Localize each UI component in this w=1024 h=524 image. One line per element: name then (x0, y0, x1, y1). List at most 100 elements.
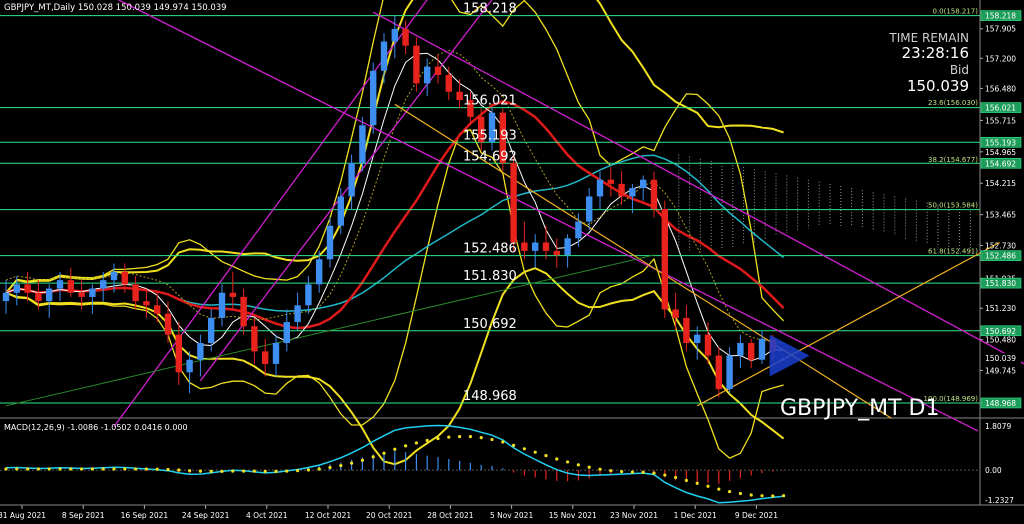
candle-body (2, 292, 10, 302)
date-tick-label: 15 Nov 2021 (549, 511, 597, 520)
candle-body (337, 196, 344, 226)
candle-body (575, 221, 582, 239)
macd-tick-label: 0.00 (985, 466, 1002, 475)
candle-body (661, 209, 668, 310)
candle-body (596, 179, 604, 197)
macd-signal-dot (436, 436, 440, 441)
macd-signal-dot (641, 470, 645, 474)
date-tick-label: 20 Oct 2021 (366, 511, 413, 520)
candle-body (640, 179, 647, 189)
candle-body (132, 284, 139, 302)
candle-body (305, 284, 312, 306)
macd-signal-dot (317, 467, 321, 471)
macd-signal-dot (58, 467, 62, 471)
candle-body (586, 196, 593, 222)
candle-body (326, 225, 334, 260)
candle-body (510, 162, 517, 243)
macd-signal-dot (296, 469, 300, 473)
date-tick-label: 5 Nov 2021 (490, 511, 533, 520)
candle-body (758, 338, 766, 360)
candle-body (650, 179, 658, 209)
date-tick-label: 12 Oct 2021 (305, 511, 352, 520)
candle-body (715, 355, 722, 390)
macd-signal-dot (533, 450, 537, 454)
macd-signal-dot (738, 491, 743, 496)
candle-body (262, 351, 269, 364)
macd-signal-dot (188, 469, 192, 473)
macd-signal-dot (468, 435, 472, 439)
candle-body (737, 343, 744, 356)
price-tick-label: 157.200 (985, 54, 1016, 63)
symbol-watermark: GBPJPY_MT D1 (780, 396, 939, 421)
macd-signal-dot (782, 494, 786, 498)
macd-signal-dot (544, 454, 548, 458)
macd-signal-dot (684, 478, 689, 482)
macd-signal-dot (425, 438, 429, 443)
macd-signal-dot (771, 494, 775, 498)
candle-body (175, 334, 182, 373)
price-chart[interactable]: 158.218 156.021 155.193 154.692 152.486 151.8… (0, 0, 1024, 524)
date-tick-label: 28 Oct 2021 (427, 511, 474, 520)
macd-signal-dot (728, 489, 732, 494)
macd-signal-dot (231, 469, 235, 473)
candle-body (100, 280, 107, 289)
macd-signal-dot (371, 455, 375, 459)
macd-signal-dot (198, 469, 202, 473)
candle-body (629, 188, 636, 197)
candle-body (240, 296, 247, 327)
bid-label: Bid (950, 63, 969, 77)
macd-signal-dot (360, 458, 364, 462)
macd-signal-dot (263, 469, 267, 473)
price-tick-label: 155.715 (985, 116, 1016, 125)
macd-signal-dot (4, 467, 8, 471)
candle-body (359, 125, 366, 163)
macd-signal-dot (177, 468, 181, 472)
candle-body (316, 259, 323, 285)
macd-signal-dot (80, 467, 84, 471)
candle-body (424, 66, 431, 84)
candle-body (143, 301, 150, 306)
macd-signal-dot (285, 469, 289, 473)
macd-signal-dot (328, 465, 332, 470)
candle-body (521, 242, 528, 251)
price-level-tag-label: 148.968 (985, 399, 1016, 408)
macd-signal-dot (144, 467, 148, 471)
candle-body (197, 343, 204, 360)
candle-body (434, 66, 442, 75)
macd-signal-dot (587, 465, 591, 469)
fibonacci-label: 23.6(156.030) (928, 99, 978, 107)
macd-signal-dot (414, 441, 418, 445)
candle-body (456, 91, 463, 101)
price-level-tag-label: 151.830 (985, 279, 1016, 288)
macd-signal-dot (674, 475, 678, 480)
macd-signal-dot (350, 461, 354, 465)
candle-body (348, 162, 355, 197)
macd-signal-dot (220, 469, 224, 473)
price-level-tag-label: 155.193 (985, 138, 1016, 147)
macd-signal-dot (134, 467, 138, 471)
macd-signal-dot (101, 467, 105, 471)
candle-body (694, 334, 701, 343)
macd-signal-dot (155, 467, 159, 471)
price-level-tag-label: 150.692 (985, 327, 1016, 336)
date-tick-label: 24 Sep 2021 (182, 511, 230, 520)
candle-body (532, 242, 539, 251)
candle-body (251, 326, 258, 352)
candle-body (13, 284, 20, 293)
price-tick-label: 157.905 (985, 25, 1016, 34)
candle-body (413, 45, 420, 84)
level-label: 154.692 (463, 149, 517, 164)
price-tick-label: 151.230 (985, 304, 1016, 313)
macd-signal-dot (576, 463, 581, 467)
candle-body (672, 309, 679, 318)
macd-signal-dot (630, 470, 635, 474)
candle-body (542, 242, 550, 251)
macd-signal-dot (123, 467, 127, 471)
price-level-tag-label: 156.021 (985, 104, 1016, 113)
macd-signal-dot (620, 470, 624, 474)
price-level-tag-label: 154.692 (985, 159, 1016, 168)
macd-signal-dot (555, 457, 559, 461)
time-remain-label: TIME REMAIN (888, 31, 969, 45)
candle-body (370, 70, 377, 126)
date-tick-label: 31 Aug 2021 (0, 511, 46, 520)
